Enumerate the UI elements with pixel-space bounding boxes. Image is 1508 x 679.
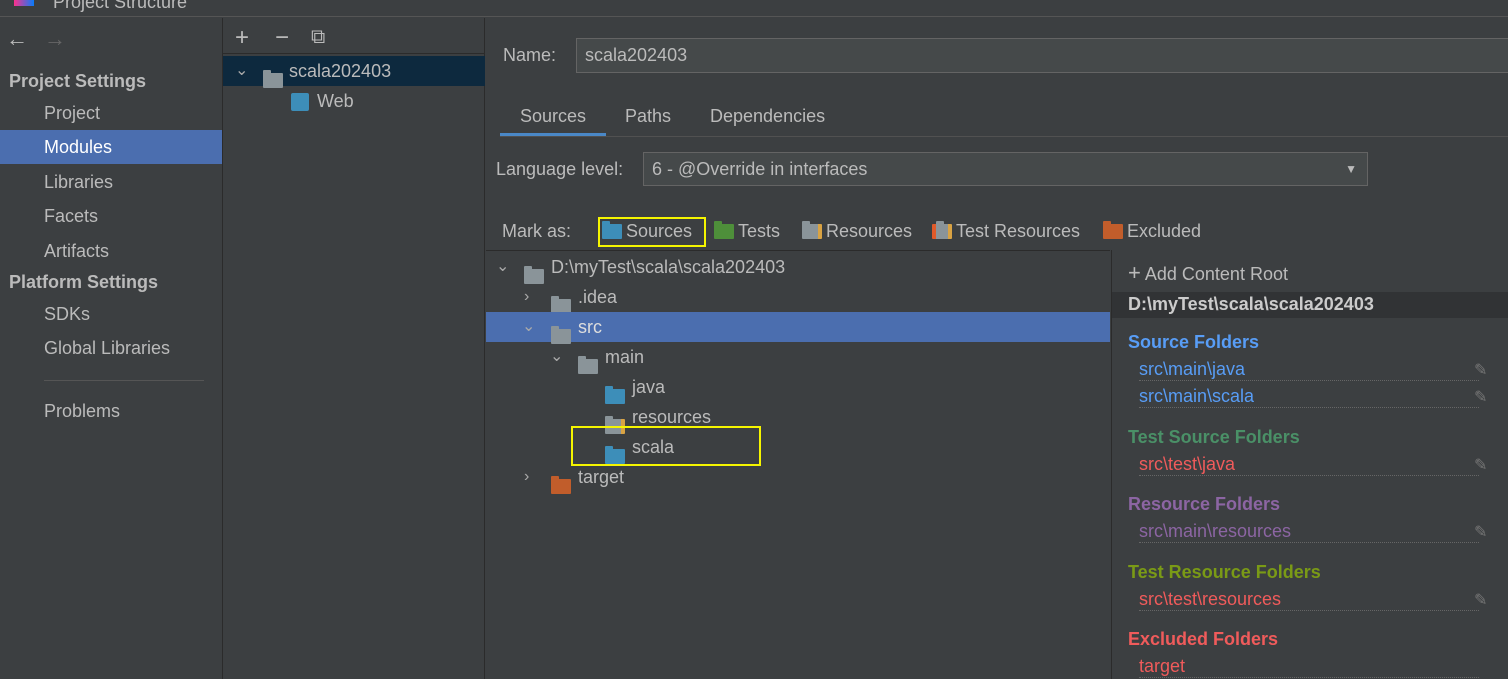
sidebar-item-artifacts[interactable]: Artifacts — [0, 234, 222, 268]
test-resources-folder-icon — [932, 221, 952, 239]
edit-icon[interactable]: ✎ — [1474, 522, 1487, 542]
tree-row-main[interactable]: ⌄ main — [486, 342, 1110, 374]
back-button[interactable]: ← — [6, 26, 28, 51]
app-logo-icon — [14, 0, 34, 6]
highlight-box — [598, 217, 706, 247]
mark-test-resources-button[interactable]: Test Resources — [932, 221, 1080, 242]
language-level-select[interactable]: 6 - @Override in interfaces ▼ — [643, 152, 1368, 186]
divider — [44, 380, 204, 381]
project-settings-heading: Project Settings — [9, 71, 147, 91]
resources-folder-icon — [802, 221, 822, 239]
sidebar-item-problems[interactable]: Problems — [0, 394, 222, 428]
excluded-folders-heading: Excluded Folders — [1128, 629, 1279, 649]
sidebar-item-sdks[interactable]: SDKs — [0, 297, 222, 331]
add-content-root-button[interactable]: + Add Content Root — [1128, 260, 1288, 286]
window-title: Project Structure — [53, 0, 188, 12]
edit-icon[interactable]: ✎ — [1474, 590, 1487, 610]
resource-folders-heading: Resource Folders — [1128, 494, 1281, 514]
test-resource-folders-heading: Test Resource Folders — [1128, 562, 1321, 582]
dropdown-arrow-icon: ▼ — [1345, 162, 1357, 176]
content-tree: ⌄ D:\myTest\scala\scala202403 › .idea ⌄ src… — [486, 250, 1110, 679]
name-input[interactable] — [576, 38, 1508, 73]
name-label: Name: — [503, 45, 557, 65]
mark-as-label: Mark as: — [502, 221, 572, 241]
mark-excluded-button[interactable]: Excluded — [1103, 221, 1201, 242]
sidebar-item-global-libraries[interactable]: Global Libraries — [0, 331, 222, 365]
tree-row-src[interactable]: ⌄ src — [486, 312, 1110, 344]
source-folders-heading: Source Folders — [1128, 332, 1260, 352]
excluded-folder-entry: target — [1139, 654, 1479, 678]
content-root-header: D:\myTest\scala\scala202403 — [1112, 292, 1508, 318]
tree-row-target[interactable]: › target — [486, 462, 1110, 494]
platform-settings-heading: Platform Settings — [9, 272, 159, 292]
sidebar-item-modules[interactable]: Modules — [0, 130, 222, 164]
language-level-label: Language level: — [496, 159, 624, 179]
tests-folder-icon — [714, 221, 734, 239]
facet-label: Web — [317, 91, 354, 111]
tree-row-root[interactable]: ⌄ D:\myTest\scala\scala202403 — [486, 252, 1110, 284]
test-source-folders-heading: Test Source Folders — [1128, 427, 1300, 447]
tab-paths[interactable]: Paths — [625, 106, 671, 136]
highlight-box — [571, 426, 761, 466]
sidebar-item-project[interactable]: Project — [0, 96, 222, 130]
test-source-folder-entry: src\test\java — [1139, 452, 1479, 476]
content-roots-panel: + Add Content Root D:\myTest\scala\scala… — [1111, 250, 1508, 679]
tree-row-idea[interactable]: › .idea — [486, 282, 1110, 314]
facet-tree-item[interactable]: Web — [223, 86, 485, 116]
plus-icon: + — [1128, 260, 1141, 285]
mark-tests-button[interactable]: Tests — [714, 221, 780, 242]
sidebar-item-libraries[interactable]: Libraries — [0, 165, 222, 199]
modules-panel: + − ⧉ ⌄ scala202403 Web — [222, 18, 485, 679]
title-bar: Project Structure — [0, 0, 1508, 17]
mark-resources-button[interactable]: Resources — [802, 221, 912, 242]
forward-button[interactable]: → — [44, 26, 66, 51]
test-resource-folder-entry: src\test\resources — [1139, 587, 1479, 611]
sidebar-item-facets[interactable]: Facets — [0, 199, 222, 233]
tree-row-java[interactable]: java — [486, 372, 1110, 404]
edit-icon[interactable]: ✎ — [1474, 387, 1487, 407]
tab-dependencies[interactable]: Dependencies — [710, 106, 825, 136]
add-module-button[interactable]: + — [235, 24, 249, 52]
source-folder-entry: src\main\scala — [1139, 384, 1479, 408]
tab-sources[interactable]: Sources — [500, 106, 606, 136]
web-facet-icon — [291, 93, 309, 111]
edit-icon[interactable]: ✎ — [1474, 360, 1487, 380]
source-folder-entry: src\main\java — [1139, 357, 1479, 381]
module-tree-item[interactable]: ⌄ scala202403 — [223, 56, 485, 88]
resource-folder-entry: src\main\resources — [1139, 519, 1479, 543]
module-label: scala202403 — [289, 61, 392, 81]
language-level-value: 6 - @Override in interfaces — [652, 159, 868, 179]
excluded-folder-icon — [1103, 221, 1123, 239]
edit-icon[interactable]: ✎ — [1474, 455, 1487, 475]
chevron-down-icon[interactable]: ⌄ — [235, 56, 248, 86]
copy-module-button[interactable]: ⧉ — [311, 26, 325, 49]
sidebar: ← → Project Settings Project Modules Libr… — [0, 18, 222, 679]
excluded-folder-icon — [551, 476, 571, 494]
remove-module-button[interactable]: − — [275, 24, 289, 52]
